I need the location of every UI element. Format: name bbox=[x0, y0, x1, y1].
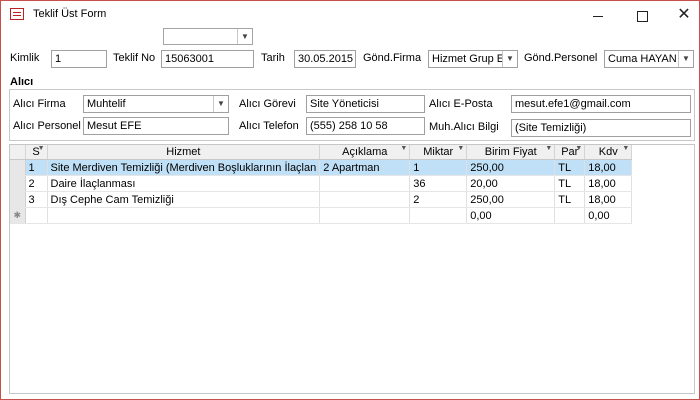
chevron-down-icon[interactable]: ▼ bbox=[678, 51, 693, 67]
cell-aciklama[interactable] bbox=[319, 207, 411, 224]
cell-hizmet[interactable]: Site Merdiven Temizliği (Merdiven Boşluk… bbox=[47, 159, 321, 176]
gond-firma-combo[interactable]: Hizmet Grup Er ▼ bbox=[428, 50, 518, 68]
alici-firma-label: Alıcı Firma bbox=[13, 98, 66, 110]
chevron-down-icon[interactable]: ▼ bbox=[622, 145, 629, 152]
maximize-icon bbox=[636, 10, 648, 22]
column-header-kdv[interactable]: Kdv ▼ bbox=[584, 145, 633, 160]
cell-aciklama[interactable] bbox=[319, 191, 411, 208]
gond-personel-combo[interactable]: Cuma HAYAN ▼ bbox=[604, 50, 694, 68]
new-record-icon[interactable]: ✱ bbox=[10, 207, 26, 224]
chevron-down-icon[interactable]: ▼ bbox=[545, 145, 552, 152]
cell-miktar[interactable] bbox=[409, 207, 468, 224]
cell-aciklama[interactable]: 2 Apartman bbox=[319, 159, 411, 176]
form-icon bbox=[10, 8, 24, 20]
muh-alici-bilgi-field[interactable]: (Site Temizliği) bbox=[511, 119, 691, 137]
table-row[interactable]: 2 Daire İlaçlanması 36 20,00 TL 18,00 bbox=[10, 175, 633, 192]
cell-hizmet[interactable]: Daire İlaçlanması bbox=[47, 175, 321, 192]
cell-par[interactable]: TL bbox=[554, 191, 586, 208]
cell-miktar[interactable]: 2 bbox=[409, 191, 468, 208]
row-selector[interactable] bbox=[10, 175, 26, 192]
cell-kdv[interactable]: 18,00 bbox=[584, 159, 633, 176]
tarih-field[interactable]: 30.05.2015 bbox=[294, 50, 356, 68]
cell-miktar[interactable]: 36 bbox=[409, 175, 468, 192]
cell-aciklama[interactable] bbox=[319, 175, 411, 192]
column-header-label: Birim Fiyat bbox=[484, 146, 537, 158]
form-window: Teklif Üst Form ✕ ▼ Kimlik 1 Teklif No 1… bbox=[0, 0, 700, 400]
teklif-detail-grid: S ▼ Hizmet Açıklama ▼ Miktar ▼ Birim Fiyat ▼… bbox=[9, 144, 695, 394]
alici-section-title: Alıcı bbox=[10, 76, 34, 88]
alici-gorevi-label: Alıcı Görevi bbox=[239, 98, 296, 110]
column-header-miktar[interactable]: Miktar ▼ bbox=[409, 145, 468, 160]
cell-s[interactable] bbox=[25, 207, 48, 224]
column-header-label: Açıklama bbox=[342, 146, 388, 158]
chevron-down-icon[interactable]: ▼ bbox=[400, 145, 407, 152]
kimlik-field[interactable]: 1 bbox=[51, 50, 107, 68]
column-header-s[interactable]: S ▼ bbox=[25, 145, 48, 160]
cell-par[interactable]: TL bbox=[554, 175, 586, 192]
row-selector-header[interactable] bbox=[10, 145, 26, 160]
cell-s[interactable]: 2 bbox=[25, 175, 48, 192]
cell-kdv[interactable]: 18,00 bbox=[584, 175, 633, 192]
cell-birim-fiyat[interactable]: 20,00 bbox=[466, 175, 556, 192]
row-selector[interactable] bbox=[10, 159, 26, 176]
column-header-hizmet[interactable]: Hizmet bbox=[47, 145, 321, 160]
chevron-down-icon[interactable]: ▼ bbox=[38, 145, 45, 152]
maximize-button[interactable] bbox=[622, 3, 662, 27]
cell-birim-fiyat[interactable]: 250,00 bbox=[466, 159, 556, 176]
minimize-icon bbox=[593, 15, 603, 17]
title-bar: Teklif Üst Form ✕ bbox=[1, 1, 699, 29]
alici-firma-combo[interactable]: Muhtelif ▼ bbox=[83, 95, 229, 113]
gond-firma-label: Gönd.Firma bbox=[363, 52, 422, 64]
teklif-no-field[interactable]: 15063001 bbox=[161, 50, 254, 68]
cell-miktar[interactable]: 1 bbox=[409, 159, 468, 176]
alici-eposta-field[interactable]: mesut.efe1@gmail.com bbox=[511, 95, 691, 113]
muh-alici-bilgi-label: Muh.Alıcı Bilgi bbox=[429, 121, 499, 133]
column-header-label: Hizmet bbox=[166, 146, 201, 158]
tarih-label: Tarih bbox=[261, 52, 285, 64]
minimize-button[interactable] bbox=[578, 3, 618, 27]
column-header-birim-fiyat[interactable]: Birim Fiyat ▼ bbox=[466, 145, 556, 160]
alici-eposta-label: Alıcı E-Posta bbox=[429, 98, 493, 110]
column-header-aciklama[interactable]: Açıklama ▼ bbox=[319, 145, 411, 160]
cell-birim-fiyat[interactable]: 250,00 bbox=[466, 191, 556, 208]
gond-personel-value: Cuma HAYAN bbox=[608, 53, 677, 65]
kimlik-label: Kimlik bbox=[10, 52, 40, 64]
cell-s[interactable]: 1 bbox=[25, 159, 48, 176]
cell-birim-fiyat[interactable]: 0,00 bbox=[466, 207, 556, 224]
teklif-no-label: Teklif No bbox=[113, 52, 156, 64]
chevron-down-icon[interactable]: ▼ bbox=[502, 51, 517, 67]
alici-personel-field[interactable]: Mesut EFE bbox=[83, 117, 229, 135]
alici-personel-label: Alıcı Personel bbox=[13, 120, 81, 132]
cell-par[interactable]: TL bbox=[554, 159, 586, 176]
alici-firma-value: Muhtelif bbox=[87, 98, 126, 110]
gond-firma-value: Hizmet Grup Er bbox=[432, 53, 508, 65]
chevron-down-icon[interactable]: ▼ bbox=[575, 145, 582, 152]
column-header-label: Kdv bbox=[598, 146, 618, 158]
window-title: Teklif Üst Form bbox=[33, 8, 107, 20]
column-header-par[interactable]: Par ▼ bbox=[554, 145, 586, 160]
chevron-down-icon[interactable]: ▼ bbox=[457, 145, 464, 152]
cell-par[interactable] bbox=[554, 207, 586, 224]
chevron-down-icon[interactable]: ▼ bbox=[237, 29, 252, 44]
table-row[interactable]: 3 Dış Cephe Cam Temizliği 2 250,00 TL 18… bbox=[10, 191, 633, 208]
cell-s[interactable]: 3 bbox=[25, 191, 48, 208]
record-search-combo[interactable]: ▼ bbox=[163, 28, 253, 45]
table-row[interactable]: 1 Site Merdiven Temizliği (Merdiven Boşl… bbox=[10, 159, 633, 176]
alici-telefon-label: Alıcı Telefon bbox=[239, 120, 299, 132]
cell-kdv[interactable]: 18,00 bbox=[584, 191, 633, 208]
cell-hizmet[interactable] bbox=[47, 207, 321, 224]
close-button[interactable]: ✕ bbox=[664, 3, 700, 27]
alici-telefon-field[interactable]: (555) 258 10 58 bbox=[306, 117, 425, 135]
cell-kdv[interactable]: 0,00 bbox=[584, 207, 633, 224]
chevron-down-icon[interactable]: ▼ bbox=[213, 96, 228, 112]
alici-gorevi-field[interactable]: Site Yöneticisi bbox=[306, 95, 425, 113]
new-record-row[interactable]: ✱ 0,00 0,00 bbox=[10, 207, 633, 224]
cell-hizmet[interactable]: Dış Cephe Cam Temizliği bbox=[47, 191, 321, 208]
gond-personel-label: Gönd.Personel bbox=[524, 52, 598, 64]
column-header-label: Miktar bbox=[423, 146, 454, 158]
row-selector[interactable] bbox=[10, 191, 26, 208]
